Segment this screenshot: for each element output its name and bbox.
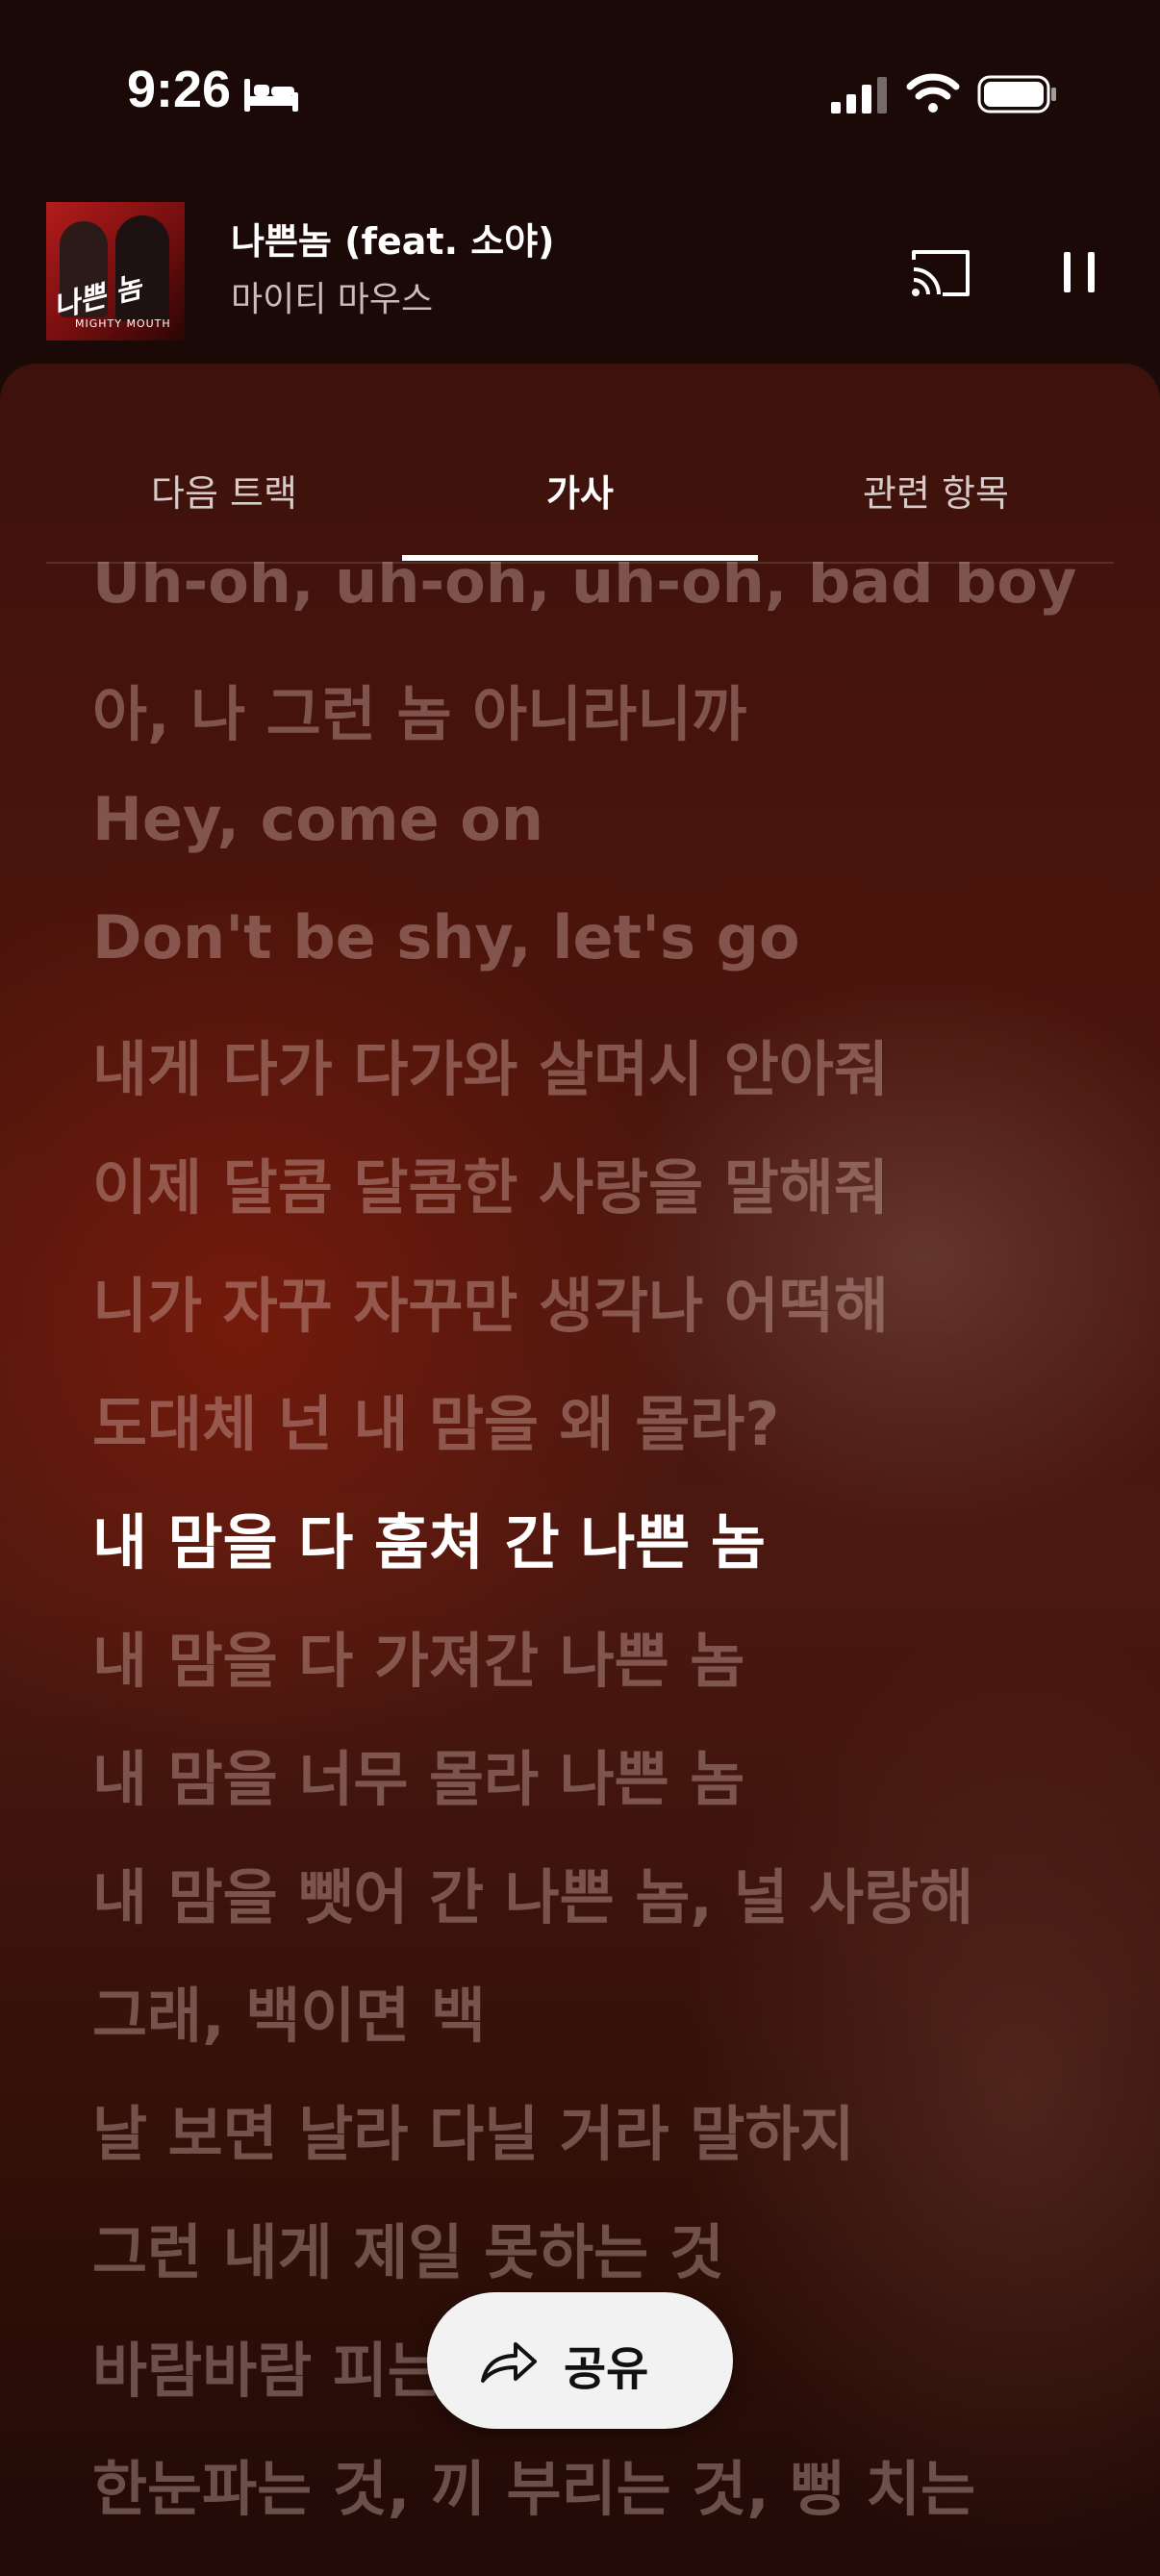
lyric-line[interactable]: 이제 달콤 달콤한 사랑을 말해줘	[92, 1139, 889, 1225]
share-label: 공유	[564, 2342, 649, 2396]
album-art-subtitle: MIGHTY MOUTH	[75, 317, 171, 330]
bed-icon	[244, 79, 298, 112]
album-art[interactable]: 나쁜 놈 MIGHTY MOUTH	[46, 202, 185, 341]
lyric-line[interactable]: 내 맘을 다 가져간 나쁜 놈	[92, 1612, 744, 1699]
lyric-line[interactable]: 내 맘을 너무 몰라 나쁜 놈	[92, 1730, 744, 1817]
battery-icon	[977, 75, 1056, 114]
active-tab-indicator	[402, 555, 758, 561]
lyrics-sheet: 다음 트랙 가사 관련 항목 Uh-oh, uh-oh, uh-oh, bad …	[0, 364, 1160, 2576]
lyric-line[interactable]: 날 보면 날라 다닐 거라 말하지	[92, 2085, 854, 2172]
share-button[interactable]: 공유	[427, 2292, 733, 2429]
lyric-line[interactable]: 내게 다가 다가와 살며시 안아줘	[92, 1021, 889, 1107]
lyrics-list[interactable]: Uh-oh, uh-oh, uh-oh, bad boy 아, 나 그런 놈 아…	[92, 562, 1112, 2576]
lyric-line[interactable]: 도대체 넌 내 맘을 왜 몰라?	[92, 1376, 779, 1462]
signal-icon	[831, 77, 887, 114]
lyric-line-current[interactable]: 내 맘을 다 훔쳐 간 나쁜 놈	[92, 1494, 766, 1580]
status-bar: 9:26	[0, 0, 1160, 183]
pause-icon[interactable]	[1058, 246, 1100, 298]
lyric-line[interactable]: 내 맘을 뺏어 간 나쁜 놈, 널 사랑해	[92, 1849, 973, 1935]
cast-icon[interactable]	[908, 246, 973, 300]
lyric-line[interactable]: 그래, 백이면 백	[92, 1967, 486, 2054]
wifi-icon	[906, 73, 960, 113]
lyric-line[interactable]: 그런 내게 제일 못하는 것	[92, 2204, 724, 2290]
track-artist: 마이티 마우스	[231, 280, 434, 319]
lyric-line[interactable]: Hey, come on	[92, 784, 543, 854]
status-time: 9:26	[127, 61, 232, 118]
lyric-line[interactable]: Uh-oh, uh-oh, uh-oh, bad boy	[92, 562, 1076, 617]
lyric-line[interactable]: 니가 자꾸 자꾸만 생각나 어떡해	[92, 1257, 889, 1344]
tab-next-tracks[interactable]: 다음 트랙	[46, 464, 402, 517]
lyric-line[interactable]: 한눈파는 것, 끼 부리는 것, 뻥 치는	[92, 2440, 975, 2527]
tab-bar: 다음 트랙 가사 관련 항목	[46, 364, 1114, 564]
lyric-line[interactable]: Don't be shy, let's go	[92, 902, 800, 972]
track-title: 나쁜놈 (feat. 소야)	[231, 220, 555, 263]
mini-player[interactable]: 나쁜 놈 MIGHTY MOUTH 나쁜놈 (feat. 소야) 마이티 마우스	[0, 192, 1160, 356]
tab-related[interactable]: 관련 항목	[758, 464, 1114, 517]
lyric-line[interactable]: 아, 나 그런 놈 아니라니까	[92, 666, 746, 752]
tab-lyrics[interactable]: 가사	[402, 464, 758, 517]
share-arrow-icon	[481, 2342, 537, 2383]
